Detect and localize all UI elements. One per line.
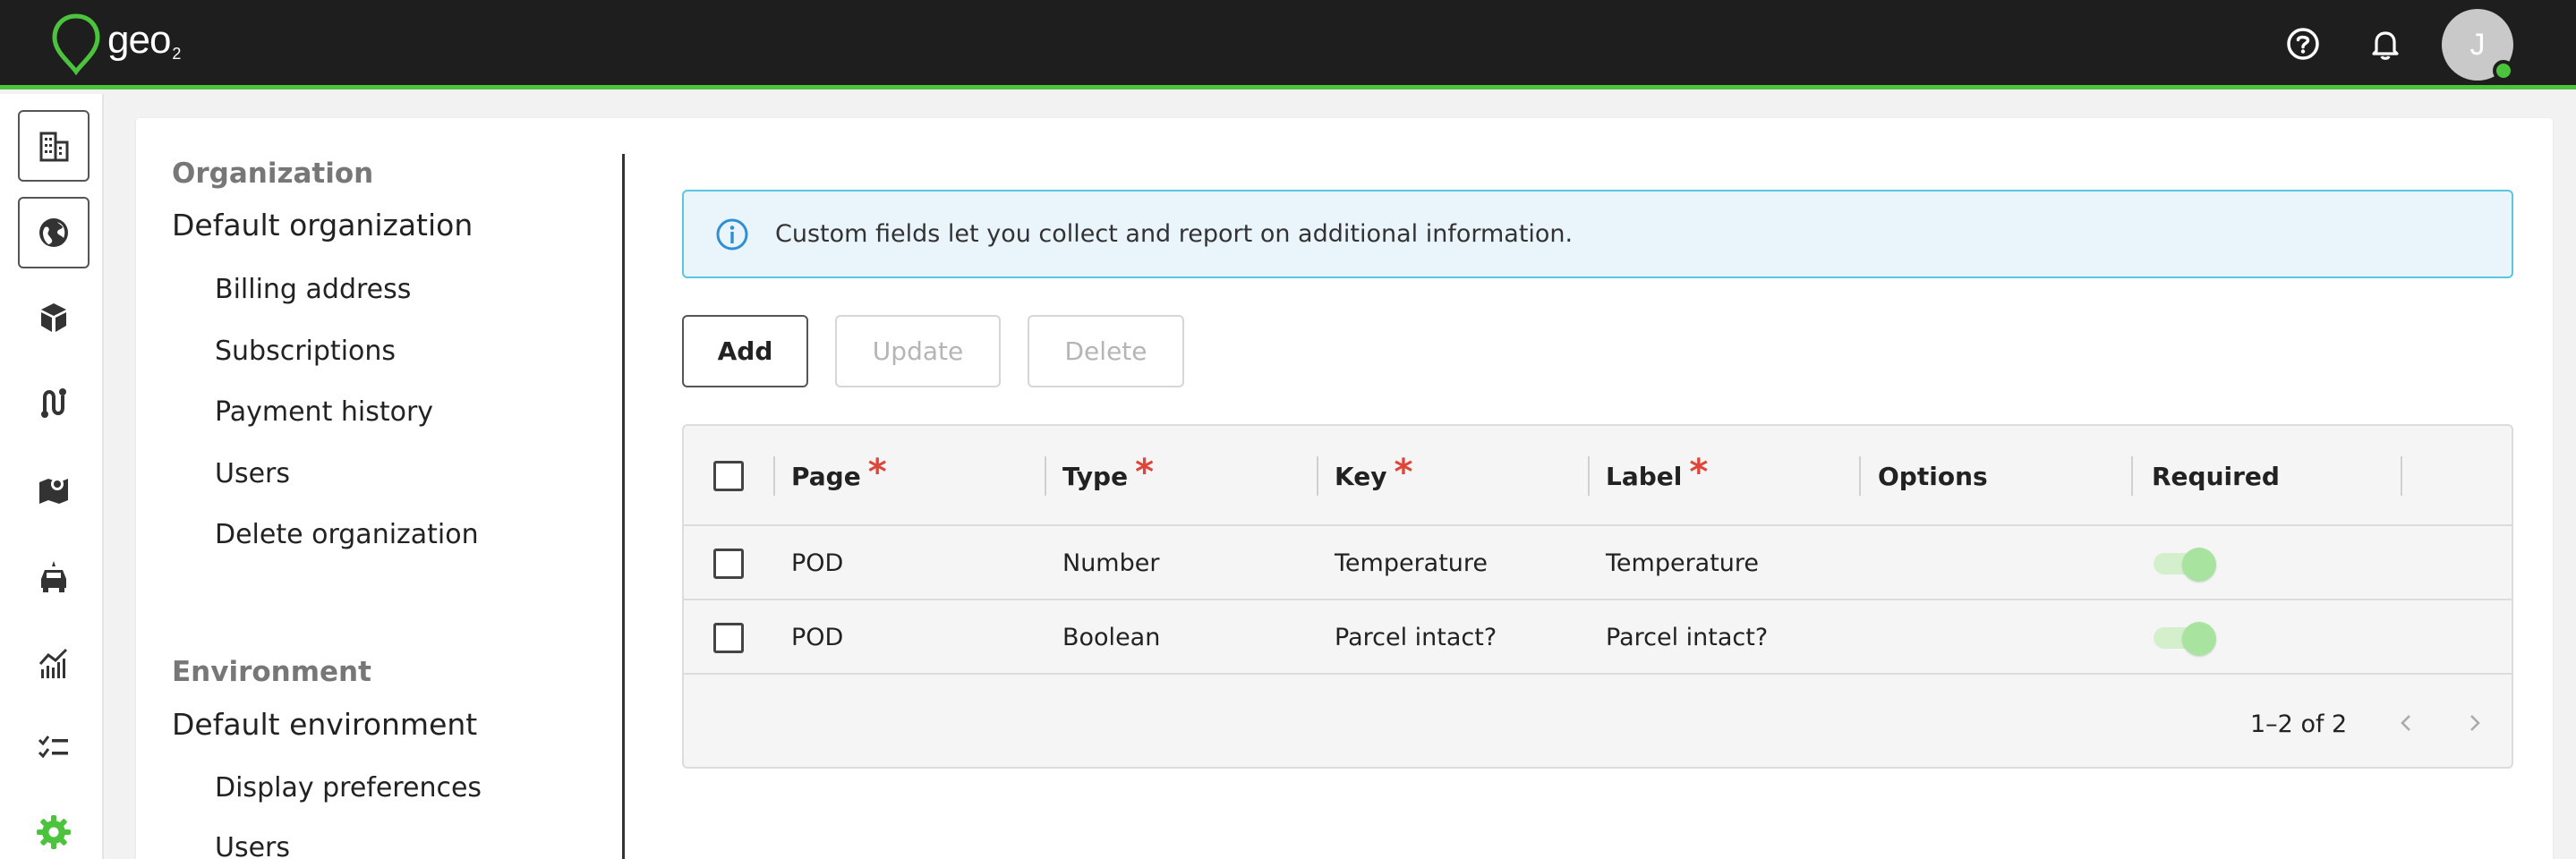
column-header-options[interactable]: Options bbox=[1878, 426, 1988, 526]
table-row[interactable]: POD Boolean Parcel intact? Parcel intact… bbox=[684, 600, 2512, 675]
rail-item-organization[interactable] bbox=[18, 110, 90, 182]
column-label: Type bbox=[1062, 461, 1129, 491]
table-row[interactable]: POD Number Temperature Temperature bbox=[684, 526, 2512, 600]
gear-icon bbox=[37, 815, 71, 849]
required-marker: * bbox=[1689, 452, 1709, 493]
chevron-right-icon bbox=[2470, 715, 2480, 731]
help-circle-icon bbox=[2287, 28, 2319, 60]
cell-label: Temperature bbox=[1606, 549, 1760, 577]
table-header: Page * Type * Key * Label * Options Requ… bbox=[684, 426, 2512, 526]
nav-item-payment-history[interactable]: Payment history bbox=[215, 396, 433, 428]
online-status-dot bbox=[2493, 60, 2514, 81]
left-navigation-rail bbox=[0, 94, 104, 859]
column-divider bbox=[1045, 456, 1046, 496]
info-banner-text: Custom fields let you collect and report… bbox=[775, 220, 1574, 248]
help-button[interactable] bbox=[2282, 23, 2324, 64]
cell-page: POD bbox=[791, 549, 844, 577]
rail-item-settings[interactable] bbox=[18, 796, 90, 859]
notifications-button[interactable] bbox=[2365, 23, 2406, 64]
column-divider bbox=[1588, 456, 1590, 496]
nav-item-default-organization[interactable]: Default organization bbox=[172, 208, 473, 242]
nav-item-delete-organization[interactable]: Delete organization bbox=[215, 519, 479, 550]
rail-item-routes[interactable] bbox=[18, 367, 90, 438]
brand-subscript: 2 bbox=[172, 45, 182, 63]
column-divider bbox=[2131, 456, 2133, 496]
nav-item-default-environment[interactable]: Default environment bbox=[172, 707, 477, 742]
column-divider bbox=[1859, 456, 1861, 496]
required-marker: * bbox=[1135, 452, 1154, 493]
analytics-icon bbox=[38, 648, 68, 678]
required-toggle[interactable] bbox=[2152, 548, 2220, 582]
column-header-required[interactable]: Required bbox=[2152, 426, 2280, 526]
building-icon bbox=[39, 132, 69, 162]
nav-item-environment-users[interactable]: Users bbox=[215, 832, 290, 859]
cell-type: Boolean bbox=[1062, 624, 1161, 651]
next-page-button[interactable] bbox=[2456, 705, 2492, 741]
nav-item-billing-address[interactable]: Billing address bbox=[215, 274, 411, 305]
column-label: Label bbox=[1606, 461, 1683, 491]
globe-icon bbox=[39, 218, 68, 247]
column-header-page[interactable]: Page * bbox=[791, 426, 887, 526]
custom-fields-table: Page * Type * Key * Label * Options Requ… bbox=[682, 424, 2513, 769]
column-header-type[interactable]: Type * bbox=[1062, 426, 1154, 526]
brand-name: geo bbox=[107, 18, 171, 62]
cell-page: POD bbox=[791, 624, 844, 651]
required-toggle[interactable] bbox=[2152, 622, 2220, 656]
rail-item-analytics[interactable] bbox=[18, 628, 90, 700]
route-icon bbox=[41, 388, 66, 418]
add-button[interactable]: Add bbox=[682, 315, 808, 387]
toggle-knob bbox=[2182, 622, 2216, 656]
column-divider bbox=[773, 456, 775, 496]
rail-item-packages[interactable] bbox=[18, 282, 90, 353]
update-button[interactable]: Update bbox=[835, 315, 1001, 387]
required-marker: * bbox=[867, 452, 887, 493]
nav-heading-environment: Environment bbox=[172, 656, 371, 688]
toggle-knob bbox=[2182, 548, 2216, 582]
cell-key: Parcel intact? bbox=[1335, 624, 1497, 651]
nav-item-subscriptions[interactable]: Subscriptions bbox=[215, 336, 396, 367]
package-icon bbox=[41, 303, 66, 332]
rail-item-tasks[interactable] bbox=[18, 711, 90, 783]
column-header-key[interactable]: Key * bbox=[1335, 426, 1412, 526]
column-divider bbox=[1317, 456, 1318, 496]
column-label: Page bbox=[791, 461, 861, 491]
rail-item-environment[interactable] bbox=[18, 197, 90, 268]
column-divider bbox=[2401, 456, 2402, 496]
column-label: Options bbox=[1878, 461, 1988, 491]
rail-item-vehicles[interactable] bbox=[18, 541, 90, 613]
rail-item-map[interactable] bbox=[18, 454, 90, 525]
top-bar: geo 2 J bbox=[0, 0, 2576, 89]
column-label: Required bbox=[2152, 461, 2280, 491]
row-checkbox[interactable] bbox=[713, 623, 744, 653]
pagination-range: 1–2 of 2 bbox=[2250, 710, 2348, 738]
cell-label: Parcel intact? bbox=[1606, 624, 1769, 651]
geo-logo[interactable]: geo 2 bbox=[50, 13, 181, 75]
location-pin-icon bbox=[52, 13, 100, 75]
column-header-label[interactable]: Label * bbox=[1606, 426, 1708, 526]
select-all-checkbox[interactable] bbox=[713, 461, 744, 491]
map-icon bbox=[39, 478, 68, 504]
chevron-left-icon bbox=[2401, 715, 2410, 731]
delete-button[interactable]: Delete bbox=[1028, 315, 1184, 387]
nav-item-display-preferences[interactable]: Display preferences bbox=[215, 772, 482, 804]
vehicle-icon bbox=[41, 561, 66, 592]
required-marker: * bbox=[1394, 452, 1413, 493]
nav-heading-organization: Organization bbox=[172, 157, 374, 190]
row-checkbox[interactable] bbox=[713, 549, 744, 579]
previous-page-button[interactable] bbox=[2389, 705, 2425, 741]
cell-key: Temperature bbox=[1335, 549, 1488, 577]
info-icon bbox=[714, 217, 750, 252]
cell-type: Number bbox=[1062, 549, 1160, 577]
info-banner: Custom fields let you collect and report… bbox=[682, 190, 2513, 278]
bell-icon bbox=[2372, 31, 2399, 60]
nav-divider bbox=[622, 154, 625, 859]
nav-item-users[interactable]: Users bbox=[215, 458, 290, 489]
column-label: Key bbox=[1335, 461, 1387, 491]
checklist-icon bbox=[38, 736, 68, 759]
